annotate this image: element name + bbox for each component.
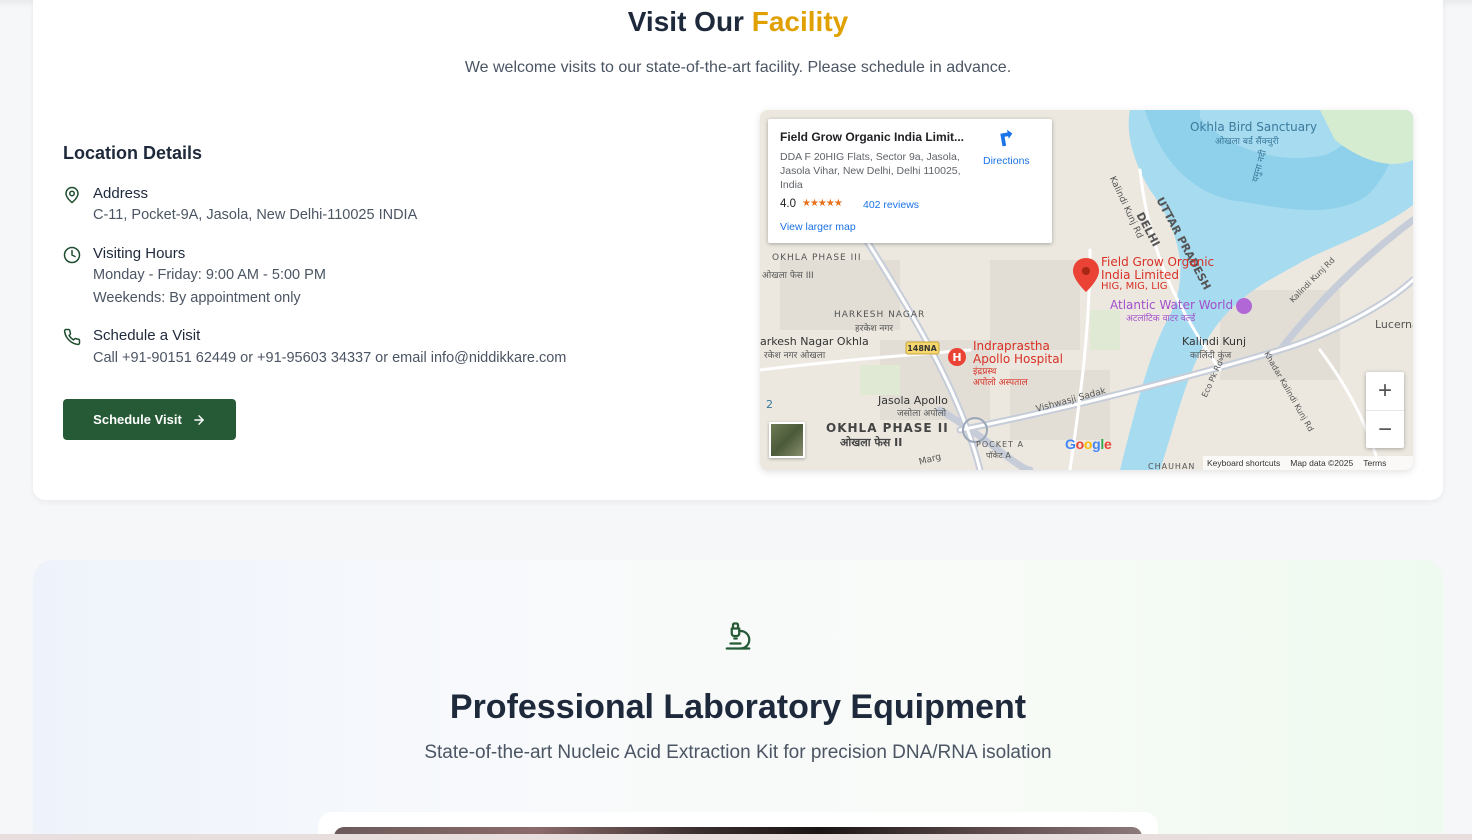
address-line: C-11, Pocket-9A, Jasola, New Delhi-11002… [93,207,418,223]
map-pin-icon [65,186,79,204]
place-rating: 4.0 [780,198,796,210]
clock-icon [63,246,81,264]
keyboard-shortcuts-link[interactable]: Keyboard shortcuts [1207,458,1280,468]
lab-equipment-section: Professional Laboratory Equipment State-… [33,560,1443,840]
satellite-toggle[interactable] [769,422,805,458]
marker-label-line2: India Limited [1101,268,1180,282]
map-label: कालिंदी कुंज [1190,351,1232,361]
svg-text:H: H [952,351,961,364]
visiting-hours-title: Visiting Hours [93,245,186,262]
zoom-in-button[interactable]: + [1366,372,1404,410]
place-info-card: Field Grow Organic India Limit... DDA F … [768,119,1052,243]
location-details-heading: Location Details [63,143,203,163]
schedule-title: Schedule a Visit [93,327,201,344]
map-label: ओखला फेस III [762,271,814,281]
map-label: Lucerna [1375,318,1413,331]
map-label: OKHLA PHASE III [772,253,862,263]
directions-link[interactable]: Directions [983,155,1030,167]
map-label: HARKESH NAGAR [834,310,926,320]
title-accent: Facility [751,6,849,37]
place-address: DDA F 20HIG Flats, Sector 9a, Jasola, Ja… [780,151,961,191]
map-label: POCKET A [976,440,1024,449]
map-label: Indraprastha [973,339,1050,353]
place-name: Field Grow Organic India Limit... [780,130,965,144]
zoom-out-button[interactable]: − [1366,410,1404,448]
reviews-link[interactable]: 402 reviews [863,199,919,211]
terms-link[interactable]: Terms [1363,458,1386,468]
bottom-strip [0,834,1472,840]
map-label: अपोलो अस्पताल [973,378,1028,388]
equipment-subtitle: State-of-the-art Nucleic Acid Extraction… [424,742,1052,763]
google-map-embed[interactable]: H 148NA Okhla Bird Sanctuary ओखला बर्ड स… [760,110,1413,470]
address-title: Address [93,185,149,202]
schedule-contact: Call +91-90151 62449 or +91-95603 34337 … [93,350,567,366]
map-label: अटलांटिक वाटर वर्ल्ड [1126,314,1196,324]
map-label: हरकेश नगर [855,324,894,334]
map-label: OKHLA PHASE II [826,421,949,435]
phone-icon [63,328,81,346]
map-label: ओखला फेस II [840,436,903,449]
map-zoom-controls: + − [1366,372,1404,448]
map-label: CHAUHAN [1148,462,1196,470]
schedule-visit-label: Schedule Visit [93,412,182,427]
equipment-title: Professional Laboratory Equipment [449,688,1027,726]
arrow-right-icon [194,414,204,425]
section-subtitle: We welcome visits to our state-of-the-ar… [464,59,1012,76]
map-label: Okhla Bird Sanctuary [1190,120,1318,134]
map-label: जसोला अपोलो [897,409,947,419]
svg-text:148NA: 148NA [907,344,937,353]
hours-weekends: Weekends: By appointment only [93,290,301,306]
schedule-visit-button[interactable]: Schedule Visit [63,399,236,440]
marker-label-line3: HIG, MIG, LIG [1101,281,1168,292]
map-label: Atlantic Water World [1110,298,1234,312]
visit-facility-section: Visit Our Facility We welcome visits to … [33,0,1443,500]
directions-icon[interactable] [996,129,1018,151]
hours-weekdays: Monday - Friday: 9:00 AM - 5:00 PM [93,267,326,283]
map-footer: Keyboard shortcuts Map data ©2025 Terms [1203,456,1413,470]
marker-label-line1: Field Grow Organic [1101,255,1215,269]
map-label: arkesh Nagar Okhla [760,335,869,348]
map-label: पॉकेट A [986,451,1011,460]
rating-stars-icon: ★★★★★ [802,198,843,209]
map-data-credit: Map data ©2025 [1290,458,1354,468]
map-label: रकेश नगर ओखला [764,351,826,361]
map-label: Kalindi Kunj [1182,335,1247,348]
view-larger-map-link[interactable]: View larger map [780,221,856,233]
google-logo: Google [1065,436,1112,452]
microscope-icon [725,622,751,650]
section-title: Visit Our Facility [627,6,849,37]
map-label: 2 [766,398,773,411]
map-label: ओखला बर्ड सैंक्चुरी [1215,137,1279,147]
